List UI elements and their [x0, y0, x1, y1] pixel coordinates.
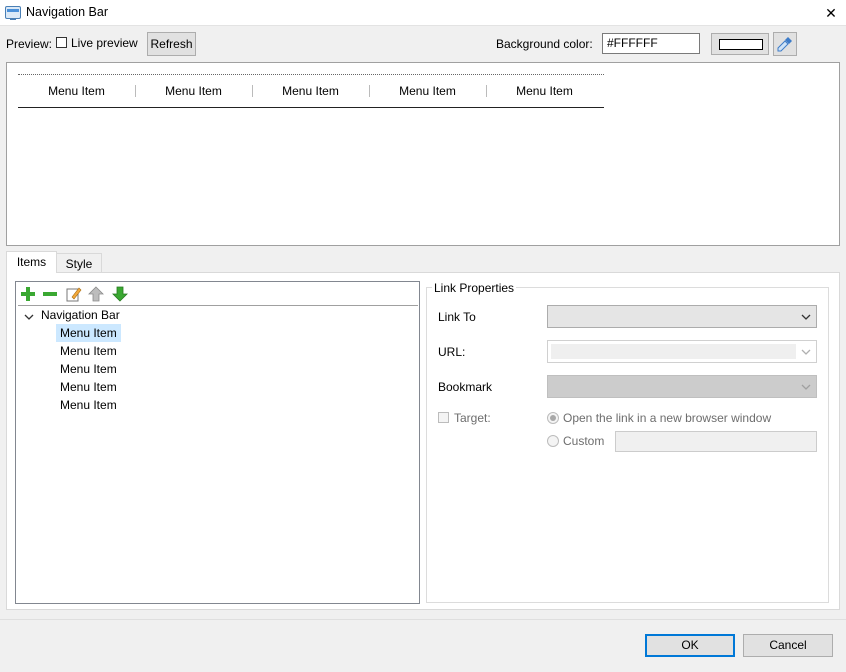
bookmark-dropdown[interactable] — [547, 375, 817, 398]
link-properties-title: Link Properties — [432, 281, 517, 295]
background-color-input[interactable]: #FFFFFF — [602, 33, 700, 54]
navigation-bar-preview: Menu Item Menu Item Menu Item Menu Item … — [18, 74, 604, 108]
add-icon[interactable] — [20, 286, 36, 302]
url-label: URL: — [438, 345, 466, 359]
bookmark-label: Bookmark — [438, 380, 493, 394]
footer-divider — [0, 619, 846, 620]
cancel-button[interactable]: Cancel — [743, 634, 833, 657]
tree-root-navigation-bar[interactable]: Navigation Bar — [41, 308, 120, 322]
chevron-down-icon[interactable] — [24, 312, 34, 322]
window-title: Navigation Bar — [26, 5, 108, 19]
eyedropper-icon — [777, 37, 792, 52]
url-input[interactable] — [551, 344, 796, 359]
nav-preview-item: Menu Item — [48, 84, 105, 98]
tree-item[interactable]: Menu Item — [60, 398, 117, 412]
remove-icon[interactable] — [42, 286, 58, 302]
nav-preview-item: Menu Item — [165, 84, 222, 98]
target-label: Target: — [454, 411, 491, 425]
tree-item[interactable]: Menu Item — [60, 344, 117, 358]
tree-item[interactable]: Menu Item — [56, 324, 121, 342]
color-swatch-button[interactable] — [711, 33, 769, 55]
new-window-radio[interactable] — [547, 412, 559, 424]
link-to-label: Link To — [438, 310, 476, 324]
refresh-button[interactable]: Refresh — [147, 32, 196, 56]
preview-area: Menu Item Menu Item Menu Item Menu Item … — [6, 62, 840, 246]
chevron-down-icon — [801, 384, 811, 390]
move-down-icon[interactable] — [112, 286, 128, 302]
url-combobox[interactable] — [547, 340, 817, 363]
custom-label: Custom — [563, 434, 605, 448]
edit-icon[interactable] — [66, 286, 82, 302]
custom-target-input[interactable] — [615, 431, 817, 452]
color-swatch — [719, 39, 763, 50]
toolbar-divider — [18, 305, 418, 306]
background-color-label: Background color: — [496, 37, 593, 51]
chevron-down-icon — [801, 314, 811, 320]
custom-radio[interactable] — [547, 435, 559, 447]
title-bar — [0, 0, 846, 26]
eyedropper-button[interactable] — [773, 32, 797, 56]
nav-preview-item: Menu Item — [282, 84, 339, 98]
move-up-icon[interactable] — [88, 286, 104, 302]
ok-button[interactable]: OK — [645, 634, 735, 657]
tab-items[interactable]: Items — [6, 251, 57, 273]
nav-preview-item: Menu Item — [399, 84, 456, 98]
preview-label: Preview: — [6, 37, 53, 51]
link-to-dropdown[interactable] — [547, 305, 817, 328]
new-window-label: Open the link in a new browser window — [563, 411, 772, 425]
nav-preview-item: Menu Item — [516, 84, 573, 98]
target-checkbox[interactable] — [438, 412, 449, 423]
tree-item[interactable]: Menu Item — [60, 380, 117, 394]
tree-item[interactable]: Menu Item — [60, 362, 117, 376]
items-tree: Navigation Bar Menu Item Menu Item Menu … — [15, 281, 420, 604]
tab-style[interactable]: Style — [56, 253, 102, 273]
live-preview-checkbox[interactable] — [56, 37, 67, 48]
close-button[interactable]: ✕ — [816, 0, 846, 26]
live-preview-label[interactable]: Live preview — [71, 36, 138, 50]
app-window-icon — [5, 6, 21, 20]
chevron-down-icon — [801, 349, 811, 355]
